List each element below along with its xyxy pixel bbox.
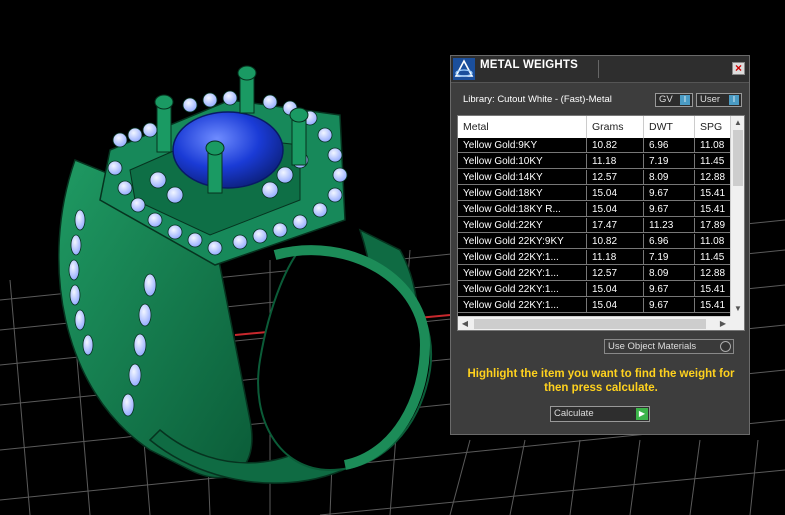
grams-cell: 15.04 [587,202,644,217]
app-logo-icon [453,58,475,80]
dwt-cell: 9.67 [644,202,695,217]
toggle-indicator-icon: I [729,95,739,105]
calculate-button[interactable]: Calculate ▶ [550,406,650,422]
spg-cell: 11.08 [695,234,735,249]
spg-cell: 15.41 [695,298,735,313]
scroll-down-icon[interactable]: ▼ [731,302,744,316]
column-header-grams[interactable]: Grams [587,116,644,138]
radio-icon[interactable] [720,341,731,352]
vertical-scroll-thumb[interactable] [733,130,743,186]
spg-cell: 12.88 [695,170,735,185]
metal-cell: Yellow Gold:22KY [458,218,587,233]
table-header: Metal Grams DWT SPG [458,116,735,138]
toggle-indicator-icon: I [680,95,690,105]
grams-cell: 10.82 [587,234,644,249]
spg-cell: 15.41 [695,282,735,297]
grams-cell: 17.47 [587,218,644,233]
grams-cell: 12.57 [587,170,644,185]
metal-cell: Yellow Gold 22KY:1... [458,282,587,297]
metal-weights-dialog: METAL WEIGHTS × Library: Cutout White - … [450,55,750,435]
spg-cell: 11.45 [695,250,735,265]
dwt-cell: 8.09 [644,266,695,281]
scroll-corner [730,316,744,330]
dialog-titlebar[interactable]: METAL WEIGHTS × [451,56,749,83]
grams-cell: 11.18 [587,250,644,265]
calculate-label: Calculate [554,408,594,419]
user-toggle[interactable]: User I [696,93,742,107]
title-divider [598,60,599,78]
metal-cell: Yellow Gold:18KY R... [458,202,587,217]
table-row[interactable]: Yellow Gold:14KY 12.57 8.09 12.88 [458,170,735,185]
spg-cell: 12.88 [695,266,735,281]
metal-cell: Yellow Gold 22KY:9KY [458,234,587,249]
column-header-metal[interactable]: Metal [458,116,587,138]
grams-cell: 15.04 [587,298,644,313]
horizontal-scrollbar[interactable]: ◀ ▶ [458,316,730,330]
use-object-materials-option[interactable]: Use Object Materials [604,339,734,354]
user-toggle-label: User [700,94,721,105]
dwt-cell: 6.96 [644,234,695,249]
metal-cell: Yellow Gold 22KY:1... [458,298,587,313]
scroll-left-icon[interactable]: ◀ [458,317,472,330]
dwt-cell: 7.19 [644,250,695,265]
dwt-cell: 9.67 [644,186,695,201]
dialog-title: METAL WEIGHTS [480,59,579,71]
metal-cell: Yellow Gold:9KY [458,138,587,153]
spg-cell: 15.41 [695,202,735,217]
spg-cell: 15.41 [695,186,735,201]
metal-cell: Yellow Gold 22KY:1... [458,266,587,281]
horizontal-scroll-thumb[interactable] [474,319,706,329]
metal-cell: Yellow Gold:18KY [458,186,587,201]
table-row[interactable]: Yellow Gold:18KY R... 15.04 9.67 15.41 [458,202,735,217]
grams-cell: 15.04 [587,186,644,201]
dwt-cell: 11.23 [644,218,695,233]
table-row[interactable]: Yellow Gold 22KY:1... 12.57 8.09 12.88 [458,266,735,281]
instruction-text: Highlight the item you want to find the … [467,368,735,394]
column-header-spg[interactable]: SPG [695,116,735,138]
spg-cell: 11.45 [695,154,735,169]
dwt-cell: 9.67 [644,282,695,297]
vertical-scrollbar[interactable]: ▲ ▼ [730,116,744,316]
table-row[interactable]: Yellow Gold 22KY:1... 15.04 9.67 15.41 [458,282,735,297]
scroll-up-icon[interactable]: ▲ [731,116,744,130]
metal-cell: Yellow Gold:10KY [458,154,587,169]
metal-cell: Yellow Gold 22KY:1... [458,250,587,265]
scroll-right-icon[interactable]: ▶ [716,317,730,330]
play-icon: ▶ [636,408,648,420]
grams-cell: 11.18 [587,154,644,169]
table-row[interactable]: Yellow Gold 22KY:9KY 10.82 6.96 11.08 [458,234,735,249]
dwt-cell: 7.19 [644,154,695,169]
use-object-materials-label: Use Object Materials [608,341,697,352]
gv-toggle-label: GV [659,94,673,105]
gv-toggle[interactable]: GV I [655,93,693,107]
spg-cell: 17.89 [695,218,735,233]
dwt-cell: 8.09 [644,170,695,185]
metal-cell: Yellow Gold:14KY [458,170,587,185]
grams-cell: 12.57 [587,266,644,281]
table-row[interactable]: Yellow Gold:22KY 17.47 11.23 17.89 [458,218,735,233]
table-row[interactable]: Yellow Gold 22KY:1... 11.18 7.19 11.45 [458,250,735,265]
dwt-cell: 9.67 [644,298,695,313]
table-row[interactable]: Yellow Gold:9KY 10.82 6.96 11.08 [458,138,735,153]
close-icon[interactable]: × [732,62,745,75]
dwt-cell: 6.96 [644,138,695,153]
grams-cell: 15.04 [587,282,644,297]
grams-cell: 10.82 [587,138,644,153]
column-header-dwt[interactable]: DWT [644,116,695,138]
spg-cell: 11.08 [695,138,735,153]
table-row[interactable]: Yellow Gold:10KY 11.18 7.19 11.45 [458,154,735,169]
library-label: Library: Cutout White - (Fast)-Metal [463,94,612,105]
table-row[interactable]: Yellow Gold 22KY:1... 15.04 9.67 15.41 [458,298,735,313]
metal-table[interactable]: Metal Grams DWT SPG Yellow Gold:9KY 10.82… [457,115,745,331]
table-row[interactable]: Yellow Gold:18KY 15.04 9.67 15.41 [458,186,735,201]
